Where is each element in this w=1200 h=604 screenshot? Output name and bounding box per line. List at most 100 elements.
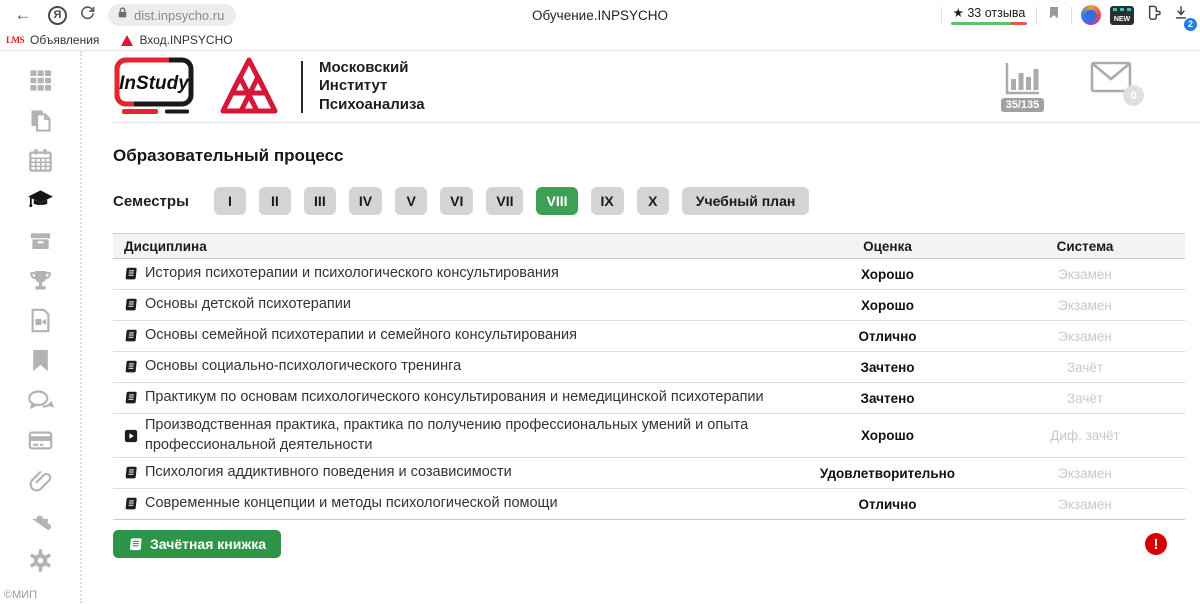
site-reviews-button[interactable]: ★ 33 отзыва [951, 5, 1027, 25]
mail-count-badge: 0 [1123, 85, 1144, 106]
grading-system: Экзамен [985, 298, 1185, 313]
extension-glove-icon[interactable] [1143, 3, 1163, 28]
grading-system: Экзамен [985, 267, 1185, 282]
back-icon[interactable]: ← [10, 5, 36, 25]
bookmark-item-announcements[interactable]: LMS Объявления [6, 33, 99, 47]
settings-icon[interactable] [27, 547, 54, 574]
lms-logo-icon: LMS [6, 35, 24, 45]
discipline-name: История психотерапии и психологического … [145, 264, 559, 284]
column-header-grade: Оценка [790, 239, 985, 254]
table-row[interactable]: Основы детской психотерапии Хорошо Экзам… [113, 290, 1185, 321]
book-icon [124, 497, 138, 511]
logo-divider [301, 61, 303, 113]
grade-value: Хорошо [790, 298, 985, 313]
semester-tab-iv[interactable]: IV [349, 187, 382, 215]
new-badge-label: NEW [1114, 15, 1130, 25]
book-icon [124, 391, 138, 405]
extension-browser-icon[interactable] [1081, 5, 1101, 25]
semester-tab-ix[interactable]: IX [591, 187, 624, 215]
gradebook-button[interactable]: Зачётная книжка [113, 530, 281, 558]
discipline-name: Психология аддиктивного поведения и соза… [145, 463, 512, 483]
downloads-badge: 2 [1184, 18, 1197, 31]
book-icon [124, 267, 138, 281]
table-row[interactable]: Современные концепции и методы психологи… [113, 489, 1185, 520]
svg-text:InStudy: InStudy [119, 73, 190, 94]
table-row[interactable]: Основы семейной психотерапии и семейного… [113, 321, 1185, 352]
table-row[interactable]: Практикум по основам психологического ко… [113, 383, 1185, 414]
sidebar: ©МИП [0, 51, 82, 603]
archive-icon[interactable] [27, 227, 54, 254]
extension-new-icon[interactable]: NEW [1110, 6, 1134, 25]
apps-grid-icon[interactable] [27, 67, 54, 94]
bar-chart-icon [1002, 61, 1042, 97]
book-icon [124, 298, 138, 312]
table-row[interactable]: История психотерапии и психологического … [113, 259, 1185, 290]
bookmarks-bar: LMS Объявления Вход.INPSYCHO [0, 30, 1200, 51]
semester-tab-v[interactable]: V [395, 187, 427, 215]
semester-tab-viii[interactable]: VIII [536, 187, 577, 215]
grade-value: Отлично [790, 497, 985, 512]
gradebook-button-label: Зачётная книжка [150, 536, 266, 552]
study-plan-button[interactable]: Учебный план [682, 187, 810, 215]
semester-tabs: Семестры IIIIIIIVVVIVIIVIIIIXXУчебный пл… [113, 187, 1185, 215]
grading-system: Зачёт [985, 360, 1185, 375]
progress-badge: 35/135 [1001, 98, 1045, 112]
progress-stats-button[interactable]: 35/135 [1001, 61, 1045, 112]
discipline-name: Основы детской психотерапии [145, 295, 351, 315]
disciplines-table-body: История психотерапии и психологического … [113, 259, 1185, 520]
grading-system: Экзамен [985, 329, 1185, 344]
grading-system: Экзамен [985, 497, 1185, 512]
browser-toolbar: ← Я dist.inpsycho.ru Обучение.INPSYCHO ★… [0, 0, 1200, 30]
table-row[interactable]: Производственная практика, практика по п… [113, 414, 1185, 458]
divider [1071, 7, 1072, 24]
book-icon [124, 360, 138, 374]
instudy-logo[interactable]: InStudy [113, 56, 197, 118]
messages-icon[interactable] [27, 387, 54, 414]
table-row[interactable]: Основы социально-психологического тренин… [113, 352, 1185, 383]
grade-value: Зачтено [790, 391, 985, 406]
table-row[interactable]: Психология аддиктивного поведения и соза… [113, 458, 1185, 489]
bookmark-flag-icon[interactable] [1046, 4, 1062, 27]
semester-tab-vi[interactable]: VI [440, 187, 473, 215]
discipline-name: Основы социально-психологического тренин… [145, 357, 461, 377]
video-materials-icon[interactable] [27, 307, 54, 334]
payments-icon[interactable] [27, 427, 54, 454]
semesters-label: Семестры [113, 193, 189, 210]
semester-tab-vii[interactable]: VII [486, 187, 523, 215]
education-icon[interactable] [27, 187, 54, 214]
achievements-icon[interactable] [27, 267, 54, 294]
institute-triangle-icon [121, 35, 133, 46]
attachments-icon[interactable] [27, 467, 54, 494]
discipline-name: Практикум по основам психологического ко… [145, 388, 764, 408]
grade-value: Отлично [790, 329, 985, 344]
book-icon [128, 537, 143, 552]
calendar-icon[interactable] [27, 147, 54, 174]
refresh-icon[interactable] [79, 4, 96, 26]
yandex-browser-icon[interactable]: Я [48, 6, 67, 25]
address-bar[interactable]: dist.inpsycho.ru [108, 4, 236, 26]
bookmarks-icon[interactable] [27, 347, 54, 374]
grading-system: Экзамен [985, 466, 1185, 481]
disciplines-table: Дисциплина Оценка Система История психот… [113, 233, 1185, 520]
semester-tab-ii[interactable]: II [259, 187, 291, 215]
divider [1036, 7, 1037, 24]
semester-tab-i[interactable]: I [214, 187, 246, 215]
institute-triangles-logo[interactable] [213, 56, 285, 118]
semester-tab-iii[interactable]: III [304, 187, 336, 215]
column-header-discipline: Дисциплина [113, 239, 790, 254]
documents-icon[interactable] [27, 107, 54, 134]
alert-notification-icon[interactable]: ! [1145, 533, 1167, 555]
extensions-icon[interactable] [27, 507, 54, 534]
semester-tab-x[interactable]: X [637, 187, 669, 215]
grade-value: Удовлетворительно [790, 466, 985, 481]
discipline-name: Основы семейной психотерапии и семейного… [145, 326, 577, 346]
downloads-icon[interactable]: 2 [1172, 4, 1190, 27]
bookmark-item-login[interactable]: Вход.INPSYCHO [121, 33, 232, 47]
reviews-label: ★ 33 отзыва [953, 5, 1026, 20]
discipline-name: Производственная практика, практика по п… [145, 416, 790, 455]
mail-button[interactable]: 0 [1090, 61, 1132, 98]
table-header-row: Дисциплина Оценка Система [113, 233, 1185, 259]
book-icon [124, 466, 138, 480]
site-header: InStudy Московский Институт Психоанализа [113, 51, 1200, 123]
grade-value: Хорошо [790, 267, 985, 282]
